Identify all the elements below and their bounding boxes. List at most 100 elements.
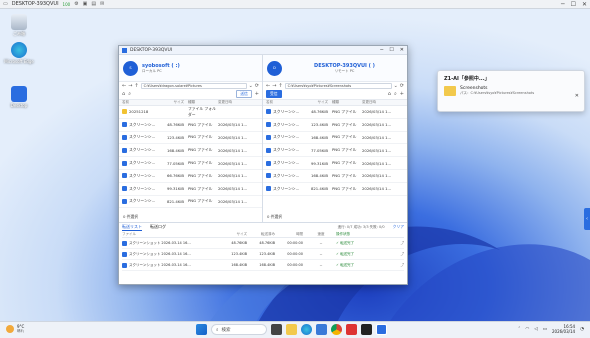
new-folder-icon[interactable]: +	[255, 91, 259, 97]
transfer-speed: --	[319, 263, 323, 267]
refresh-icon[interactable]: ⟳	[400, 83, 404, 89]
home-icon[interactable]: ⌂	[388, 91, 391, 97]
toolbar-tool-icon[interactable]: ⚙	[74, 1, 78, 7]
store-icon[interactable]	[316, 324, 327, 335]
column-size[interactable]: サイズ	[164, 100, 188, 105]
notification-close-icon[interactable]: ✕	[575, 93, 579, 99]
table-row[interactable]: スクリーンシ... 66.76KiB PNG ファイル 2026/03/14 1...	[119, 170, 262, 183]
desktop-icon-desktop[interactable]: Desktop	[4, 86, 34, 108]
desktop-icon-label: Desktop	[10, 103, 28, 108]
clear-button[interactable]: クリア	[393, 224, 404, 230]
column-type[interactable]: 種類	[188, 100, 218, 105]
table-row[interactable]: スクリーンシ... 168.4KiB PNG ファイル 2026/03/14 1...	[263, 132, 407, 145]
toolbar-file-icon[interactable]: ▤	[91, 1, 96, 7]
refresh-icon[interactable]: ⟳	[255, 83, 259, 89]
transfer-status: 転送完了	[340, 251, 355, 256]
close-icon[interactable]: ✕	[582, 1, 587, 8]
back-icon[interactable]: ←	[266, 83, 270, 89]
toolbar-chat-icon[interactable]: ✉	[100, 1, 104, 7]
battery-icon[interactable]: ▭	[543, 327, 547, 332]
file-date: 2026/03/14 1...	[362, 122, 392, 128]
table-row[interactable]: スクリーンシ... 821.4KiB PNG ファイル 2026/03/14 1...	[263, 183, 407, 196]
table-row[interactable]: スクリーンシ... 77.05KiB PNG ファイル 2026/03/14 1...	[119, 157, 262, 170]
table-row[interactable]: スクリーンシ... 48.76KiB PNG ファイル 2026/03/14 1...	[119, 119, 262, 132]
table-row[interactable]: スクリーンシ... 99.31KiB PNG ファイル 2026/03/14 1...	[119, 183, 262, 196]
file-size: 821.4KiB	[310, 186, 328, 192]
table-row[interactable]: スクリーンシ... 168.4KiB PNG ファイル 2026/03/14 1...	[119, 144, 262, 158]
table-row[interactable]: スクリーンシ... 168.4KiB PNG ファイル 2026/03/14 1...	[263, 170, 407, 183]
file-type: PNG ファイル	[332, 147, 357, 153]
up-icon[interactable]: ↑	[278, 83, 282, 89]
terminal-icon[interactable]	[361, 324, 372, 335]
notification-toast[interactable]: Z1-AI「参照中...」 Screenshots パス：C:¥Users¥sy…	[437, 70, 585, 112]
dropdown-icon[interactable]: ⌄	[394, 83, 398, 89]
file-name: 20251218	[129, 109, 149, 115]
volume-icon[interactable]: ◁	[534, 327, 537, 332]
table-row[interactable]: スクリーンシ... 123.4KiB PNG ファイル 2026/03/14 1...	[263, 119, 407, 132]
window-close-icon[interactable]: ✕	[400, 47, 404, 53]
window-titlebar[interactable]: DESKTOP-393QVUI ─ ☐ ✕	[119, 46, 407, 55]
forward-icon[interactable]: →	[128, 83, 132, 89]
receive-button[interactable]: 受信	[266, 90, 282, 98]
clock[interactable]: 16:54 2026/03/14	[552, 324, 575, 334]
window-minimize-icon[interactable]: ─	[380, 47, 383, 53]
file-name-cell: スクリーンシ...	[122, 173, 164, 179]
toolbar-display-icon[interactable]: ▣	[83, 1, 88, 7]
column-size[interactable]: サイズ	[308, 100, 332, 105]
transfer-row[interactable]: スクリーンショット 2026-03-14 16... 123.4KiB 123.4K…	[122, 249, 404, 260]
column-date[interactable]: 変更日時	[218, 100, 258, 105]
column-name[interactable]: 名前	[122, 100, 164, 105]
table-row[interactable]: スクリーンシ... 821.4KiB PNG ファイル 2026/03/14 1...	[119, 196, 262, 209]
file-explorer-icon[interactable]	[286, 324, 297, 335]
transfer-open-icon[interactable]: ⤴	[376, 252, 405, 257]
transfer-row[interactable]: スクリーンショット 2026-03-14 16... 48.76KiB 48.76K…	[122, 238, 404, 249]
maximize-icon[interactable]: ☐	[571, 1, 576, 8]
forward-icon[interactable]: →	[272, 83, 276, 89]
chevron-up-icon[interactable]: ˄	[518, 327, 520, 332]
tab-transfer-log[interactable]: 転送ログ	[150, 224, 166, 230]
table-row[interactable]: スクリーンシ... 99.31KiB PNG ファイル 2026/03/14 1...	[263, 157, 407, 170]
start-icon[interactable]	[196, 324, 207, 335]
remote-app-icon[interactable]	[376, 324, 387, 335]
local-pane: S syobosoft ( :) ローカル PC ← → ↑ C:¥Users¥…	[119, 55, 263, 222]
back-icon[interactable]: ←	[122, 83, 126, 89]
app-icon[interactable]	[346, 324, 357, 335]
column-type[interactable]: 種類	[332, 100, 362, 105]
transfer-open-icon[interactable]: ⤴	[376, 263, 405, 268]
desktop-icon-edge[interactable]: Microsoft Edge	[4, 42, 34, 64]
column-date[interactable]: 変更日時	[362, 100, 402, 105]
search-box[interactable]: ⌕ 検索	[211, 324, 267, 335]
remote-path-field[interactable]: C:¥Users¥syo¥Pictures¥Screenshots	[284, 82, 392, 89]
edge-icon[interactable]	[301, 324, 312, 335]
dropdown-icon[interactable]: ⌄	[249, 83, 253, 89]
local-path-field[interactable]: C:¥Users¥dragon-solare¥Pictures	[140, 82, 247, 89]
window-title: DESKTOP-393QVUI	[130, 47, 173, 53]
home-icon[interactable]: ⌂	[122, 91, 125, 97]
table-row[interactable]: スクリーンシ... 48.76KiB PNG ファイル 2026/03/14 1...	[263, 106, 407, 119]
send-button[interactable]: 送信	[236, 90, 252, 98]
table-row[interactable]: 20251218 ファイル フォルダー	[119, 106, 262, 119]
transfer-row[interactable]: スクリーンショット 2026-03-14 16... 168.4KiB 168.4K…	[122, 260, 404, 271]
side-panel-tab[interactable]: ‹	[584, 208, 590, 230]
minimize-icon[interactable]: ─	[561, 1, 565, 8]
file-date: 2026/03/14 1...	[362, 160, 392, 166]
search-placeholder: 検索	[221, 327, 231, 333]
weather-widget[interactable]: 9°C 晴れ	[6, 324, 24, 334]
file-date: 2026/03/14 1...	[362, 147, 392, 153]
search-icon[interactable]: ⌕	[128, 91, 131, 97]
task-view-icon[interactable]	[271, 324, 282, 335]
window-maximize-icon[interactable]: ☐	[389, 47, 393, 53]
desktop-icon-recycle-bin[interactable]: ごみ箱	[4, 14, 34, 37]
table-row[interactable]: スクリーンシ... 77.05KiB PNG ファイル 2026/03/14 1...	[263, 144, 407, 158]
transfer-open-icon[interactable]: ⤴	[376, 241, 405, 246]
notification-bell-icon[interactable]: ◔	[580, 327, 584, 332]
search-icon[interactable]: ⌕	[394, 91, 397, 97]
tab-transfer-list[interactable]: 転送リスト	[122, 224, 142, 231]
column-name[interactable]: 名前	[266, 100, 308, 105]
new-folder-icon[interactable]: +	[400, 91, 404, 97]
table-row[interactable]: スクリーンシ... 123.4KiB PNG ファイル 2026/03/14 1...	[119, 132, 262, 145]
chrome-icon[interactable]	[331, 324, 342, 335]
up-icon[interactable]: ↑	[134, 83, 138, 89]
transfer-size: 123.4KiB	[231, 252, 247, 256]
wifi-icon[interactable]: ◠	[525, 327, 529, 332]
